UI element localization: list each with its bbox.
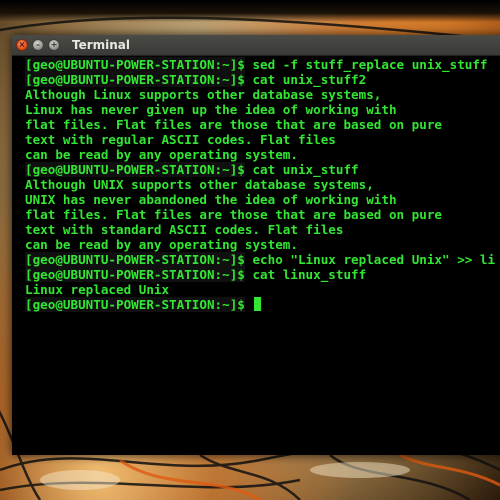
terminal-output-line: Linux has never given up the idea of wor… — [25, 102, 397, 117]
terminal-output-line: Linux replaced Unix — [25, 282, 170, 297]
terminal-output-line: flat files. Flat files are those that ar… — [25, 207, 443, 222]
desktop: × – + Terminal [geo@UBUNTU-POWER-STATION… — [0, 0, 500, 500]
close-icon: × — [18, 40, 26, 49]
window-titlebar[interactable]: × – + Terminal — [12, 35, 500, 56]
shell-prompt: [geo@UBUNTU-POWER-STATION:~]$ — [25, 267, 245, 282]
shell-prompt: [geo@UBUNTU-POWER-STATION:~]$ — [25, 72, 245, 87]
terminal-command-line: [geo@UBUNTU-POWER-STATION:~]$ sed -f stu… — [25, 57, 500, 72]
shell-prompt: [geo@UBUNTU-POWER-STATION:~]$ — [25, 252, 245, 267]
terminal-window[interactable]: × – + Terminal [geo@UBUNTU-POWER-STATION… — [12, 35, 500, 455]
shell-command: sed -f stuff_replace unix_stuff — [244, 57, 488, 72]
terminal-output-line: Although Linux supports other database s… — [25, 87, 382, 102]
window-title: Terminal — [72, 38, 131, 52]
terminal-output-line: can be read by any operating system. — [25, 147, 298, 162]
shell-prompt: [geo@UBUNTU-POWER-STATION:~]$ — [25, 297, 245, 312]
terminal-command-line: [geo@UBUNTU-POWER-STATION:~]$ echo "Linu… — [25, 252, 500, 267]
shell-command: cat linux_stuff — [244, 267, 367, 282]
terminal-command-line: [geo@UBUNTU-POWER-STATION:~]$ — [25, 297, 500, 312]
minimize-icon: – — [36, 40, 40, 49]
terminal-output[interactable]: [geo@UBUNTU-POWER-STATION:~]$ sed -f stu… — [24, 55, 500, 455]
minimize-button[interactable]: – — [32, 39, 44, 51]
shell-prompt: [geo@UBUNTU-POWER-STATION:~]$ — [25, 57, 245, 72]
terminal-output-line: flat files. Flat files are those that ar… — [25, 117, 443, 132]
top-shadow — [0, 0, 500, 22]
shell-command: echo "Linux replaced Unix" >> li — [244, 252, 496, 267]
shell-command: cat unix_stuff — [244, 162, 359, 177]
terminal-command-line: [geo@UBUNTU-POWER-STATION:~]$ cat unix_s… — [25, 72, 500, 87]
text-cursor — [254, 297, 262, 311]
terminal-output-line: UNIX has never abandoned the idea of wor… — [25, 192, 397, 207]
maximize-button[interactable]: + — [48, 39, 60, 51]
terminal-output-line: text with standard ASCII codes. Flat fil… — [25, 222, 344, 237]
shell-prompt: [geo@UBUNTU-POWER-STATION:~]$ — [25, 162, 245, 177]
terminal-output-line: Although UNIX supports other database sy… — [25, 177, 374, 192]
shell-command — [245, 297, 253, 312]
shell-command: cat unix_stuff2 — [244, 72, 367, 87]
terminal-command-line: [geo@UBUNTU-POWER-STATION:~]$ cat linux_… — [25, 267, 500, 282]
close-button[interactable]: × — [16, 39, 28, 51]
terminal-output-line: can be read by any operating system. — [25, 237, 298, 252]
terminal-command-line: [geo@UBUNTU-POWER-STATION:~]$ cat unix_s… — [25, 162, 500, 177]
terminal-output-line: text with regular ASCII codes. Flat file… — [25, 132, 336, 147]
maximize-icon: + — [50, 40, 58, 49]
